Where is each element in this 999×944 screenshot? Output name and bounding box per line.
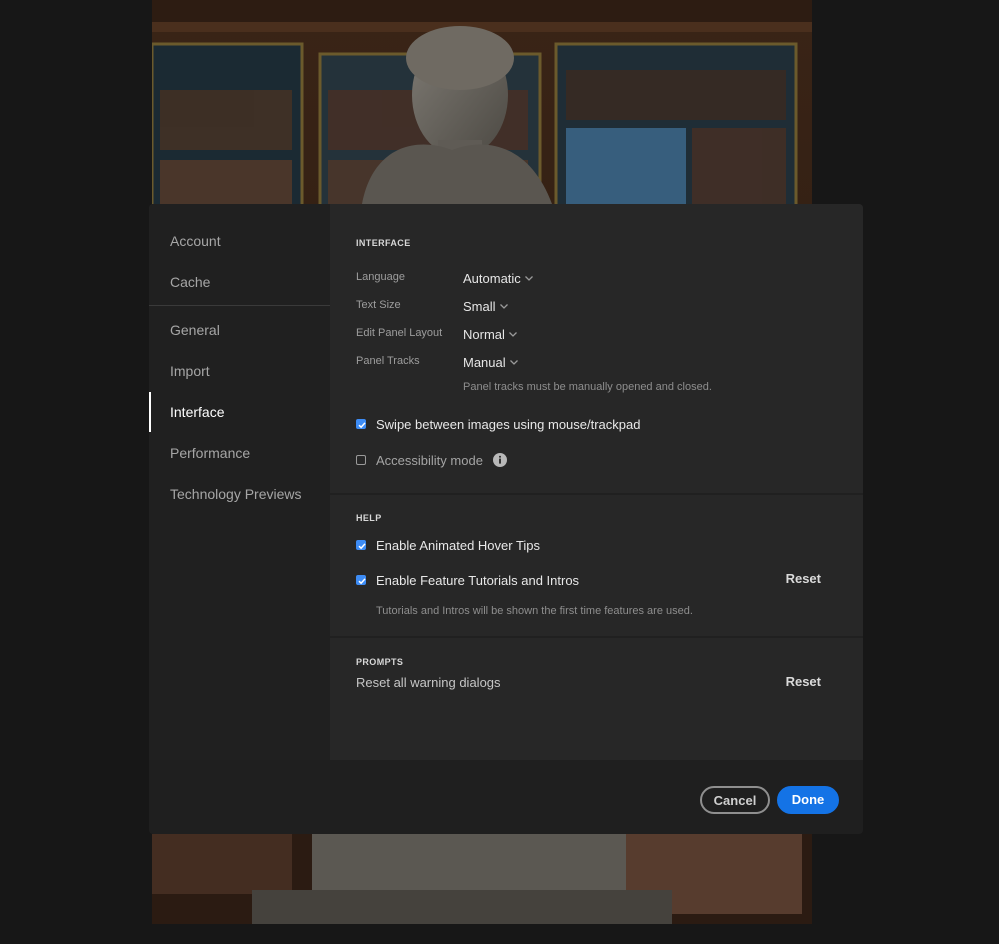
edit-panel-layout-value: Normal — [463, 327, 505, 342]
chevron-down-icon — [524, 275, 533, 281]
checkmark-icon — [358, 578, 366, 585]
edit-panel-layout-dropdown[interactable]: Normal — [463, 327, 518, 342]
hover-tips-option: Enable Animated Hover Tips — [356, 536, 540, 554]
cancel-button[interactable]: Cancel — [700, 786, 770, 814]
language-label: Language — [356, 271, 405, 283]
section-divider — [330, 493, 863, 495]
chevron-down-icon — [509, 359, 518, 365]
tutorials-label: Enable Feature Tutorials and Intros — [376, 572, 580, 588]
language-value: Automatic — [463, 271, 521, 286]
tutorials-reset-button[interactable]: Reset — [786, 571, 821, 586]
sidebar-item-technology-previews[interactable]: Technology Previews — [149, 474, 330, 514]
hover-tips-label: Enable Animated Hover Tips — [376, 537, 541, 553]
preferences-dialog: Account Cache General Import Interface P… — [149, 204, 863, 834]
swipe-option: Swipe between images using mouse/trackpa… — [356, 415, 640, 433]
edit-panel-layout-label: Edit Panel Layout — [356, 327, 443, 339]
section-title-prompts: PROMPTS — [356, 657, 404, 667]
checkmark-icon — [358, 543, 366, 550]
info-icon[interactable] — [492, 453, 507, 467]
sidebar-item-general[interactable]: General — [149, 310, 330, 350]
settings-content: INTERFACE Language Automatic Text Size S… — [330, 204, 863, 760]
panel-tracks-value: Manual — [463, 355, 506, 370]
chevron-down-icon — [508, 331, 517, 337]
tutorials-hint: Tutorials and Intros will be shown the f… — [376, 605, 693, 617]
accessibility-checkbox[interactable] — [356, 455, 366, 465]
sidebar-divider — [149, 305, 330, 306]
sidebar-item-performance[interactable]: Performance — [149, 433, 330, 473]
text-size-label: Text Size — [356, 299, 401, 311]
sidebar-item-import[interactable]: Import — [149, 351, 330, 391]
text-size-value: Small — [463, 299, 496, 314]
language-dropdown[interactable]: Automatic — [463, 271, 534, 286]
accessibility-label: Accessibility mode — [376, 452, 483, 468]
reset-warning-dialogs-label: Reset all warning dialogs — [356, 675, 501, 690]
tutorials-option: Enable Feature Tutorials and Intros — [356, 571, 579, 589]
panel-tracks-hint: Panel tracks must be manually opened and… — [463, 381, 712, 393]
dialog-footer: Cancel Done — [149, 760, 863, 834]
tutorials-checkbox[interactable] — [356, 575, 366, 585]
done-button[interactable]: Done — [777, 786, 839, 814]
swipe-label: Swipe between images using mouse/trackpa… — [376, 416, 641, 432]
sidebar-item-cache[interactable]: Cache — [149, 262, 330, 302]
swipe-checkbox[interactable] — [356, 419, 366, 429]
checkmark-icon — [358, 422, 366, 429]
panel-tracks-dropdown[interactable]: Manual — [463, 355, 519, 370]
section-title-help: HELP — [356, 513, 382, 523]
accessibility-option: Accessibility mode — [356, 451, 507, 469]
panel-tracks-label: Panel Tracks — [356, 355, 420, 367]
section-divider — [330, 636, 863, 638]
text-size-dropdown[interactable]: Small — [463, 299, 509, 314]
prompts-reset-button[interactable]: Reset — [786, 674, 821, 689]
section-title-interface: INTERFACE — [356, 238, 411, 248]
sidebar-item-account[interactable]: Account — [149, 221, 330, 261]
chevron-down-icon — [499, 303, 508, 309]
sidebar: Account Cache General Import Interface P… — [149, 204, 330, 760]
hover-tips-checkbox[interactable] — [356, 540, 366, 550]
sidebar-item-interface[interactable]: Interface — [149, 392, 330, 432]
